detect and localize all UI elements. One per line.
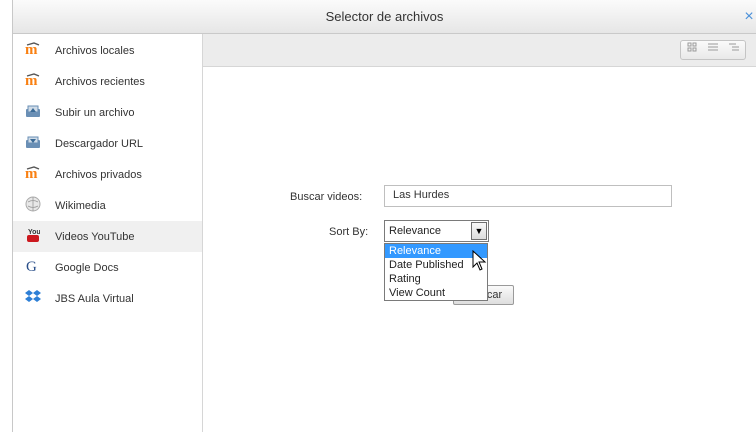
repository-sidebar: m Archivos locales m Archivos recientes … — [13, 34, 203, 432]
dialog-titlebar: Selector de archivos × — [13, 0, 756, 34]
sidebar-item-label: Archivos recientes — [55, 76, 145, 88]
dialog-title: Selector de archivos — [325, 9, 444, 24]
list-view-icon[interactable] — [702, 41, 723, 59]
mouse-cursor-icon — [472, 250, 487, 271]
sidebar-item-label: Wikimedia — [55, 200, 106, 212]
moodle-icon: m — [25, 165, 41, 181]
sidebar-item-archivos-locales[interactable]: m Archivos locales — [13, 35, 202, 66]
google-icon: G — [25, 258, 41, 274]
sidebar-item-google-docs[interactable]: G Google Docs — [13, 252, 202, 283]
svg-text:You: You — [28, 229, 40, 236]
file-picker-dialog: Selector de archivos × m Archivos locale… — [12, 0, 756, 432]
sort-selected-value: Relevance — [389, 225, 441, 237]
wikimedia-icon — [25, 196, 41, 212]
sidebar-item-subir-un-archivo[interactable]: Subir un archivo — [13, 97, 202, 128]
sidebar-item-archivos-recientes[interactable]: m Archivos recientes — [13, 66, 202, 97]
youtube-icon: You — [25, 227, 41, 243]
sidebar-item-label: Google Docs — [55, 262, 119, 274]
sidebar-item-descargador-url[interactable]: Descargador URL — [13, 128, 202, 159]
sort-by-select[interactable]: Relevance ▼ — [384, 220, 489, 242]
url-downloader-icon — [25, 134, 41, 150]
sidebar-item-label: Videos YouTube — [55, 231, 135, 243]
sidebar-item-label: Descargador URL — [55, 138, 144, 150]
search-videos-label: Buscar videos: — [290, 191, 363, 203]
search-videos-input[interactable]: Las Hurdes — [384, 185, 672, 207]
close-icon[interactable]: × — [740, 0, 756, 33]
moodle-icon: m — [25, 72, 41, 88]
sort-option-rating[interactable]: Rating — [385, 272, 487, 286]
chevron-down-icon[interactable]: ▼ — [471, 222, 487, 240]
view-switcher — [680, 40, 746, 60]
sort-option-view-count[interactable]: View Count — [385, 286, 487, 300]
sidebar-item-label: JBS Aula Virtual — [55, 293, 134, 305]
dropbox-icon — [25, 289, 41, 305]
moodle-icon: m — [25, 41, 41, 57]
sidebar-item-label: Archivos locales — [55, 45, 135, 57]
search-button-label: car — [486, 289, 503, 301]
upload-icon — [25, 103, 41, 119]
sidebar-item-wikimedia[interactable]: Wikimedia — [13, 190, 202, 221]
view-toolbar — [203, 34, 756, 67]
sidebar-item-jbs-aula-virtual[interactable]: JBS Aula Virtual — [13, 283, 202, 314]
sidebar-item-label: Subir un archivo — [55, 107, 135, 119]
grid-view-icon[interactable] — [681, 41, 702, 59]
sidebar-item-videos-youtube[interactable]: You Videos YouTube — [13, 221, 202, 252]
sidebar-item-label: Archivos privados — [55, 169, 142, 181]
sidebar-item-archivos-privados[interactable]: m Archivos privados — [13, 159, 202, 190]
sort-by-label: Sort By: — [329, 226, 369, 238]
tree-view-icon[interactable] — [724, 41, 745, 59]
svg-text:G: G — [26, 259, 37, 274]
